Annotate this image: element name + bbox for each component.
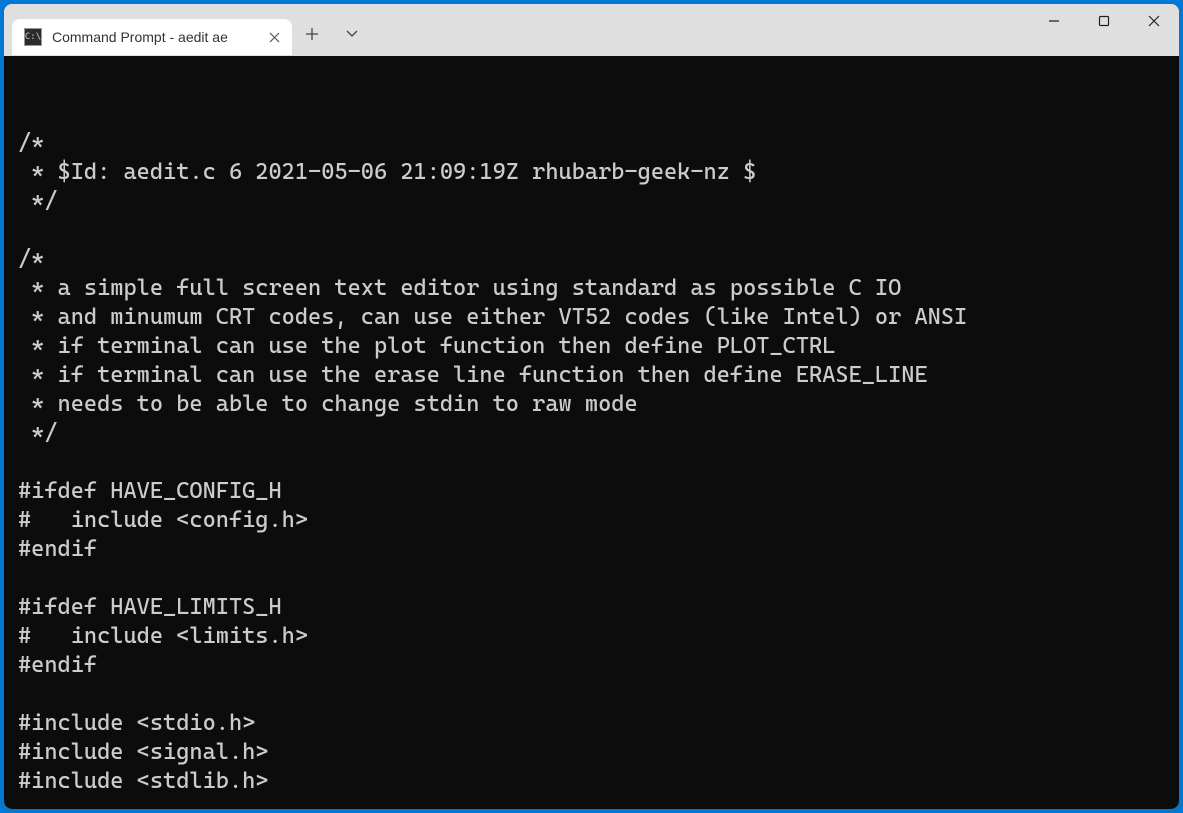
titlebar: C:\ Command Prompt - aedit ae (4, 4, 1179, 56)
minimize-icon (1048, 15, 1060, 27)
maximize-button[interactable] (1079, 4, 1129, 38)
cmd-icon: C:\ (24, 28, 42, 46)
window-controls (1029, 4, 1179, 56)
editor-content: /* * $Id: aedit.c 6 2021-05-06 21:09:19Z… (18, 129, 1179, 809)
tab-active[interactable]: C:\ Command Prompt - aedit ae (12, 19, 292, 55)
close-icon (269, 32, 280, 43)
tab-close-button[interactable] (264, 27, 284, 47)
chevron-down-icon (346, 30, 358, 38)
tab-title: Command Prompt - aedit ae (52, 29, 254, 45)
tab-dropdown-button[interactable] (332, 16, 372, 52)
new-tab-button[interactable] (292, 16, 332, 52)
terminal-window: C:\ Command Prompt - aedit ae (4, 4, 1179, 809)
minimize-button[interactable] (1029, 4, 1079, 38)
close-icon (1148, 15, 1160, 27)
terminal-area[interactable]: /* * $Id: aedit.c 6 2021-05-06 21:09:19Z… (4, 56, 1179, 809)
window-close-button[interactable] (1129, 4, 1179, 38)
maximize-icon (1098, 15, 1110, 27)
plus-icon (306, 28, 318, 40)
